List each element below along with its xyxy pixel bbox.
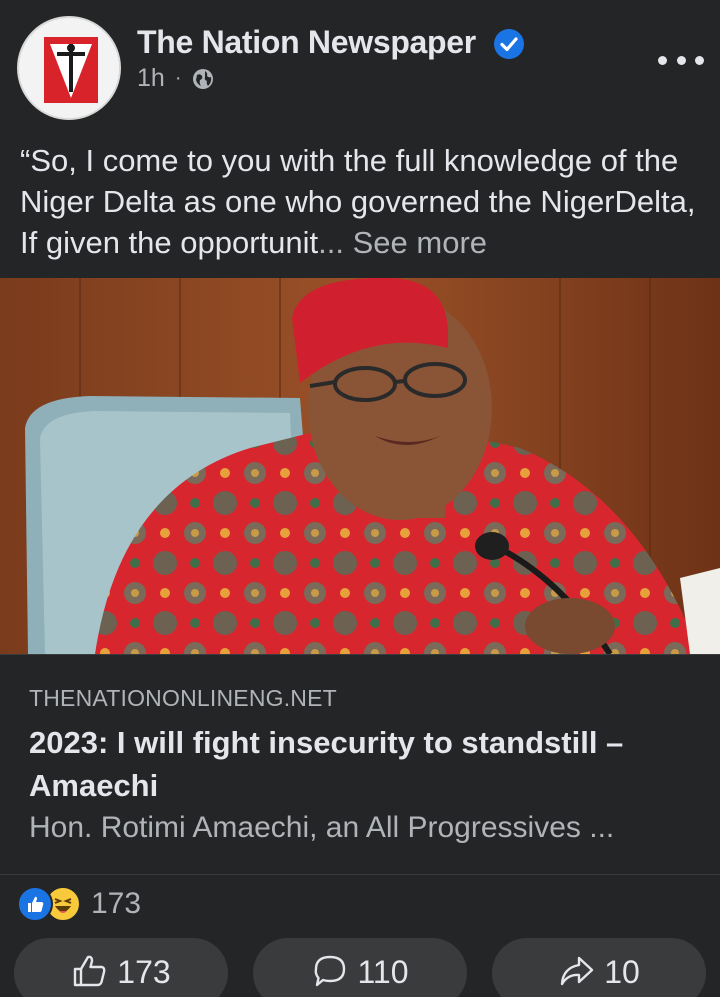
comment-count: 110 bbox=[357, 954, 409, 990]
caption-ellipsis: ... bbox=[318, 225, 353, 260]
link-domain: THENATIONONLINENG.NET bbox=[29, 685, 337, 711]
page-name[interactable]: The Nation Newspaper bbox=[137, 24, 476, 61]
more-options-icon[interactable] bbox=[658, 45, 704, 75]
like-button[interactable]: 173 bbox=[14, 938, 228, 997]
facebook-post: The Nation Newspaper 1h · “So, I come to… bbox=[0, 0, 720, 997]
post-header: The Nation Newspaper 1h · bbox=[0, 0, 720, 130]
dot-icon bbox=[658, 55, 667, 65]
comment-icon bbox=[315, 955, 346, 987]
post-time[interactable]: 1h bbox=[137, 64, 165, 93]
nation-logo-icon bbox=[19, 18, 119, 118]
meta-separator: · bbox=[174, 67, 182, 89]
like-count: 173 bbox=[117, 954, 171, 990]
post-photo[interactable] bbox=[0, 278, 720, 654]
globe-icon bbox=[193, 68, 214, 89]
share-count: 10 bbox=[604, 954, 640, 990]
post-actions: 173 110 10 bbox=[0, 938, 720, 997]
page-avatar[interactable] bbox=[17, 16, 121, 120]
link-snippet: Hon. Rotimi Amaechi, an All Progressives… bbox=[29, 811, 615, 844]
speaker-photo bbox=[0, 278, 720, 654]
thumbs-up-icon bbox=[74, 955, 106, 987]
dot-icon bbox=[676, 55, 686, 65]
dot-icon bbox=[695, 55, 704, 65]
share-icon bbox=[561, 956, 594, 986]
link-headline[interactable]: 2023: I will fight insecurity to standst… bbox=[29, 721, 689, 807]
share-button[interactable]: 10 bbox=[492, 938, 706, 997]
reaction-count: 173 bbox=[91, 887, 142, 920]
post-meta: 1h · bbox=[137, 64, 215, 93]
post-caption: “So, I come to you with the full knowled… bbox=[20, 140, 710, 263]
see-more-link[interactable]: See more bbox=[353, 225, 487, 260]
verified-badge-icon bbox=[494, 29, 524, 59]
comment-button[interactable]: 110 bbox=[253, 938, 467, 997]
divider bbox=[0, 874, 720, 875]
link-preview[interactable]: THENATIONONLINENG.NET 2023: I will fight… bbox=[0, 654, 720, 874]
like-reaction-icon bbox=[17, 886, 53, 922]
reactions-summary[interactable]: 173 bbox=[17, 884, 141, 924]
